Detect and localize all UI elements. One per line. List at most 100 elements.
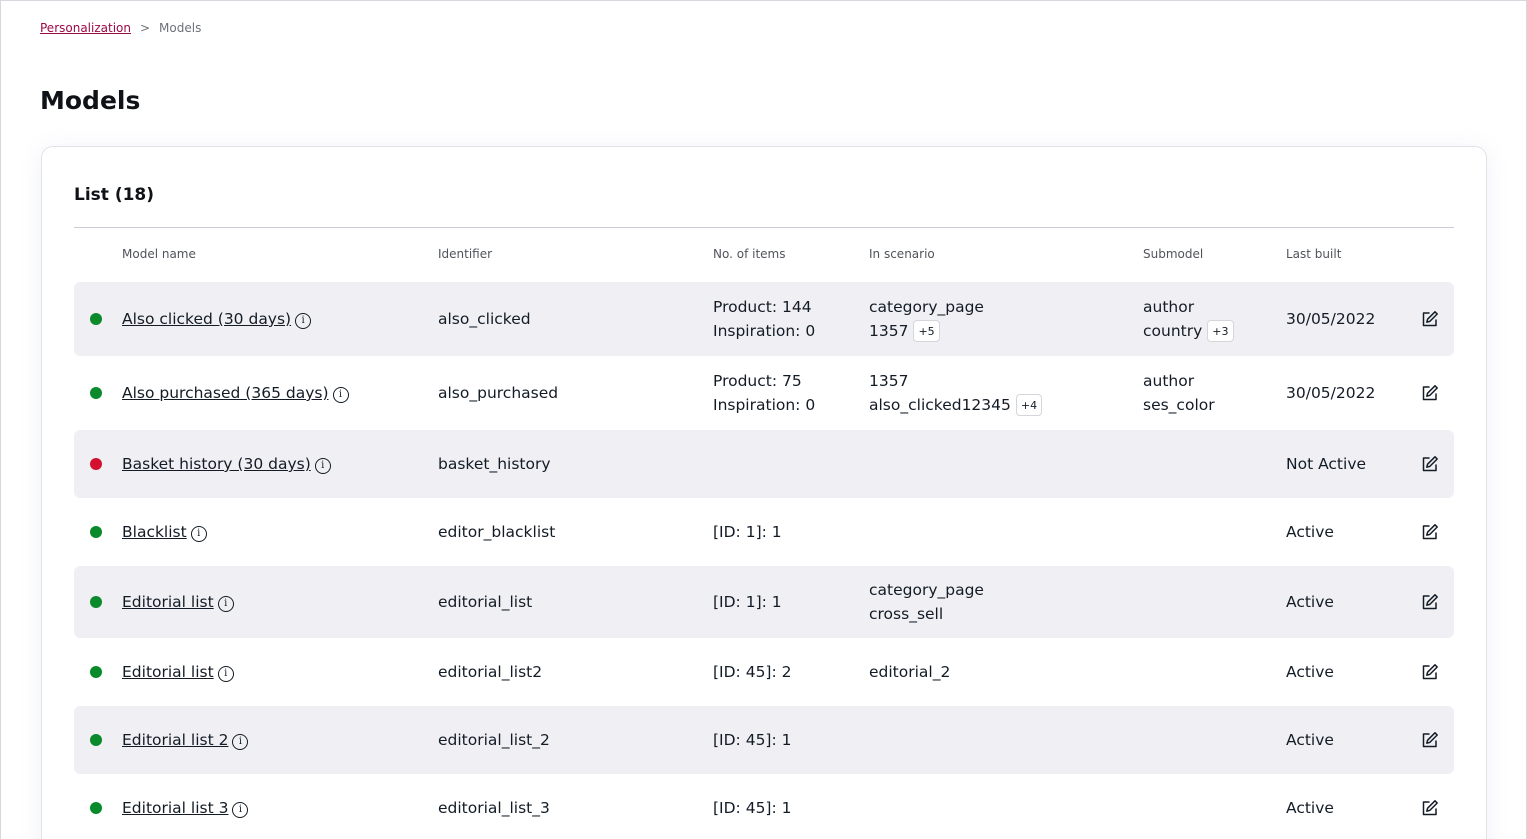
model-name-cell: Also purchased (365 days) i bbox=[122, 356, 349, 430]
model-name-link[interactable]: Editorial list 2 bbox=[122, 728, 228, 752]
table-header: Model name Identifier No. of items In sc… bbox=[74, 247, 1454, 263]
items-line: Inspiration: 0 bbox=[713, 319, 815, 343]
last-built-cell: Active bbox=[1286, 731, 1334, 749]
info-icon[interactable]: i bbox=[217, 665, 234, 682]
last-built-cell: Active bbox=[1286, 593, 1334, 611]
table-row: Editorial list 3 i editorial_list_3 [ID: 45… bbox=[74, 774, 1454, 839]
items-value: Product: 144 bbox=[713, 298, 812, 316]
column-header-model-name: Model name bbox=[122, 247, 196, 261]
model-name-cell: Editorial list 2i bbox=[122, 706, 249, 774]
edit-button[interactable] bbox=[1418, 282, 1442, 356]
info-icon[interactable]: i bbox=[232, 733, 249, 750]
scenario-line: cross_sell bbox=[869, 602, 984, 626]
edit-button[interactable] bbox=[1418, 638, 1442, 706]
items-cell: [ID: 1]: 1 bbox=[713, 498, 782, 566]
items-value: [ID: 45]: 1 bbox=[713, 799, 792, 817]
status-dot bbox=[90, 666, 102, 678]
items-cell: Product: 144 Inspiration: 0 bbox=[713, 282, 815, 356]
model-name-link[interactable]: Also clicked (30 days) bbox=[122, 307, 291, 331]
last-built-cell: Active bbox=[1286, 799, 1334, 817]
model-name-link[interactable]: Editorial list bbox=[122, 660, 214, 684]
submodel-value: country bbox=[1143, 322, 1203, 340]
edit-icon bbox=[1422, 456, 1438, 472]
info-icon[interactable]: i bbox=[217, 595, 234, 612]
edit-button[interactable] bbox=[1418, 430, 1442, 498]
column-header-last-built: Last built bbox=[1286, 247, 1342, 261]
identifier-cell: also_purchased bbox=[438, 384, 559, 402]
scenario-line: also_clicked12345 +4 bbox=[869, 393, 1043, 417]
items-line: Product: 144 bbox=[713, 295, 815, 319]
submodel-value: ses_color bbox=[1143, 396, 1215, 414]
edit-button[interactable] bbox=[1418, 498, 1442, 566]
scenario-more-badge[interactable]: +5 bbox=[913, 320, 940, 342]
table-row: Editorial list i editorial_list [ID: 1]: 1 c… bbox=[74, 566, 1454, 638]
list-divider bbox=[74, 227, 1454, 228]
scenario-cell: category_page cross_sell bbox=[869, 566, 984, 638]
model-name-cell: Editorial list i bbox=[122, 638, 234, 706]
table-row: Also clicked (30 days) i also_clicked Produ… bbox=[74, 282, 1454, 356]
last-built-cell: Not Active bbox=[1286, 455, 1367, 473]
submodel-line: country +3 bbox=[1143, 319, 1234, 343]
last-built-cell: Active bbox=[1286, 663, 1334, 681]
scenario-value: category_page bbox=[869, 581, 984, 599]
last-built-cell: Active bbox=[1286, 523, 1334, 541]
edit-button[interactable] bbox=[1418, 706, 1442, 774]
items-line: [ID: 45]: 1 bbox=[713, 728, 791, 752]
model-name-cell: Also clicked (30 days) i bbox=[122, 282, 312, 356]
scenario-value: cross_sell bbox=[869, 605, 944, 623]
info-icon[interactable]: i bbox=[232, 801, 249, 818]
items-line: [ID: 1]: 1 bbox=[713, 590, 782, 614]
last-built-cell: 30/05/2022 bbox=[1286, 310, 1376, 328]
models-table-body: Also clicked (30 days) i also_clicked Produ… bbox=[74, 282, 1454, 839]
model-name-link[interactable]: Also purchased (365 days) bbox=[122, 381, 329, 405]
model-name-link[interactable]: Basket history (30 days) bbox=[122, 452, 311, 476]
column-header-items: No. of items bbox=[713, 247, 786, 261]
info-icon[interactable]: i bbox=[332, 386, 349, 403]
edit-icon bbox=[1422, 385, 1438, 401]
identifier-cell: editorial_list2 bbox=[438, 663, 543, 681]
list-title: List (18) bbox=[74, 185, 155, 205]
items-cell: Product: 75 Inspiration: 0 bbox=[713, 356, 815, 430]
edit-button[interactable] bbox=[1418, 774, 1442, 839]
model-name-cell: Blacklist i bbox=[122, 498, 207, 566]
table-row: Editorial list 2 i editorial_list_2 [ID: 45… bbox=[74, 706, 1454, 774]
edit-button[interactable] bbox=[1418, 356, 1442, 430]
scenario-more-badge[interactable]: +4 bbox=[1015, 394, 1043, 416]
items-value: Inspiration: 0 bbox=[713, 322, 816, 340]
scenario-cell: 1357 also_clicked12345 +4 bbox=[869, 356, 1043, 430]
submodel-more-badge[interactable]: +3 bbox=[1207, 320, 1234, 342]
status-dot bbox=[90, 313, 102, 325]
scenario-line: 1357 +5 bbox=[869, 319, 984, 343]
items-value: Product: 75 bbox=[713, 372, 802, 390]
items-line: Product: 75 bbox=[713, 369, 815, 393]
scenario-value: also_clicked12345 bbox=[869, 396, 1011, 414]
page-title: Models bbox=[40, 86, 141, 115]
model-name-link[interactable]: Editorial list bbox=[122, 590, 214, 614]
scenario-value: editorial_2 bbox=[869, 663, 951, 681]
model-name-link[interactable]: Blacklist bbox=[122, 520, 187, 544]
items-cell: [ID: 45]: 1 bbox=[713, 774, 791, 839]
info-icon[interactable]: i bbox=[314, 457, 331, 474]
items-cell: [ID: 1]: 1 bbox=[713, 566, 782, 638]
scenario-value: category_page bbox=[869, 298, 984, 316]
breadcrumb-personalization-link[interactable]: Personalization bbox=[40, 21, 131, 35]
items-value: [ID: 45]: 1 bbox=[713, 731, 792, 749]
model-name-cell: Editorial list i bbox=[122, 566, 234, 638]
column-header-identifier: Identifier bbox=[438, 247, 493, 261]
table-row: Basket history (30 days) i basket_history N… bbox=[74, 430, 1454, 498]
breadcrumb-current: Models bbox=[159, 21, 202, 35]
edit-icon bbox=[1422, 311, 1438, 327]
submodel-value: author bbox=[1143, 372, 1195, 390]
info-icon[interactable]: i bbox=[190, 525, 207, 542]
items-line: [ID: 45]: 1 bbox=[713, 796, 791, 820]
last-built-cell: 30/05/2022 bbox=[1286, 384, 1376, 402]
edit-button[interactable] bbox=[1418, 566, 1442, 638]
model-name-link[interactable]: Editorial list 3 bbox=[122, 796, 228, 820]
identifier-cell: editorial_list bbox=[438, 593, 533, 611]
scenario-cell: editorial_2 bbox=[869, 638, 950, 706]
status-dot bbox=[90, 387, 102, 399]
items-line: [ID: 45]: 2 bbox=[713, 660, 791, 684]
items-value: Inspiration: 0 bbox=[713, 396, 816, 414]
info-icon[interactable]: i bbox=[295, 312, 312, 329]
items-line: Inspiration: 0 bbox=[713, 393, 815, 417]
